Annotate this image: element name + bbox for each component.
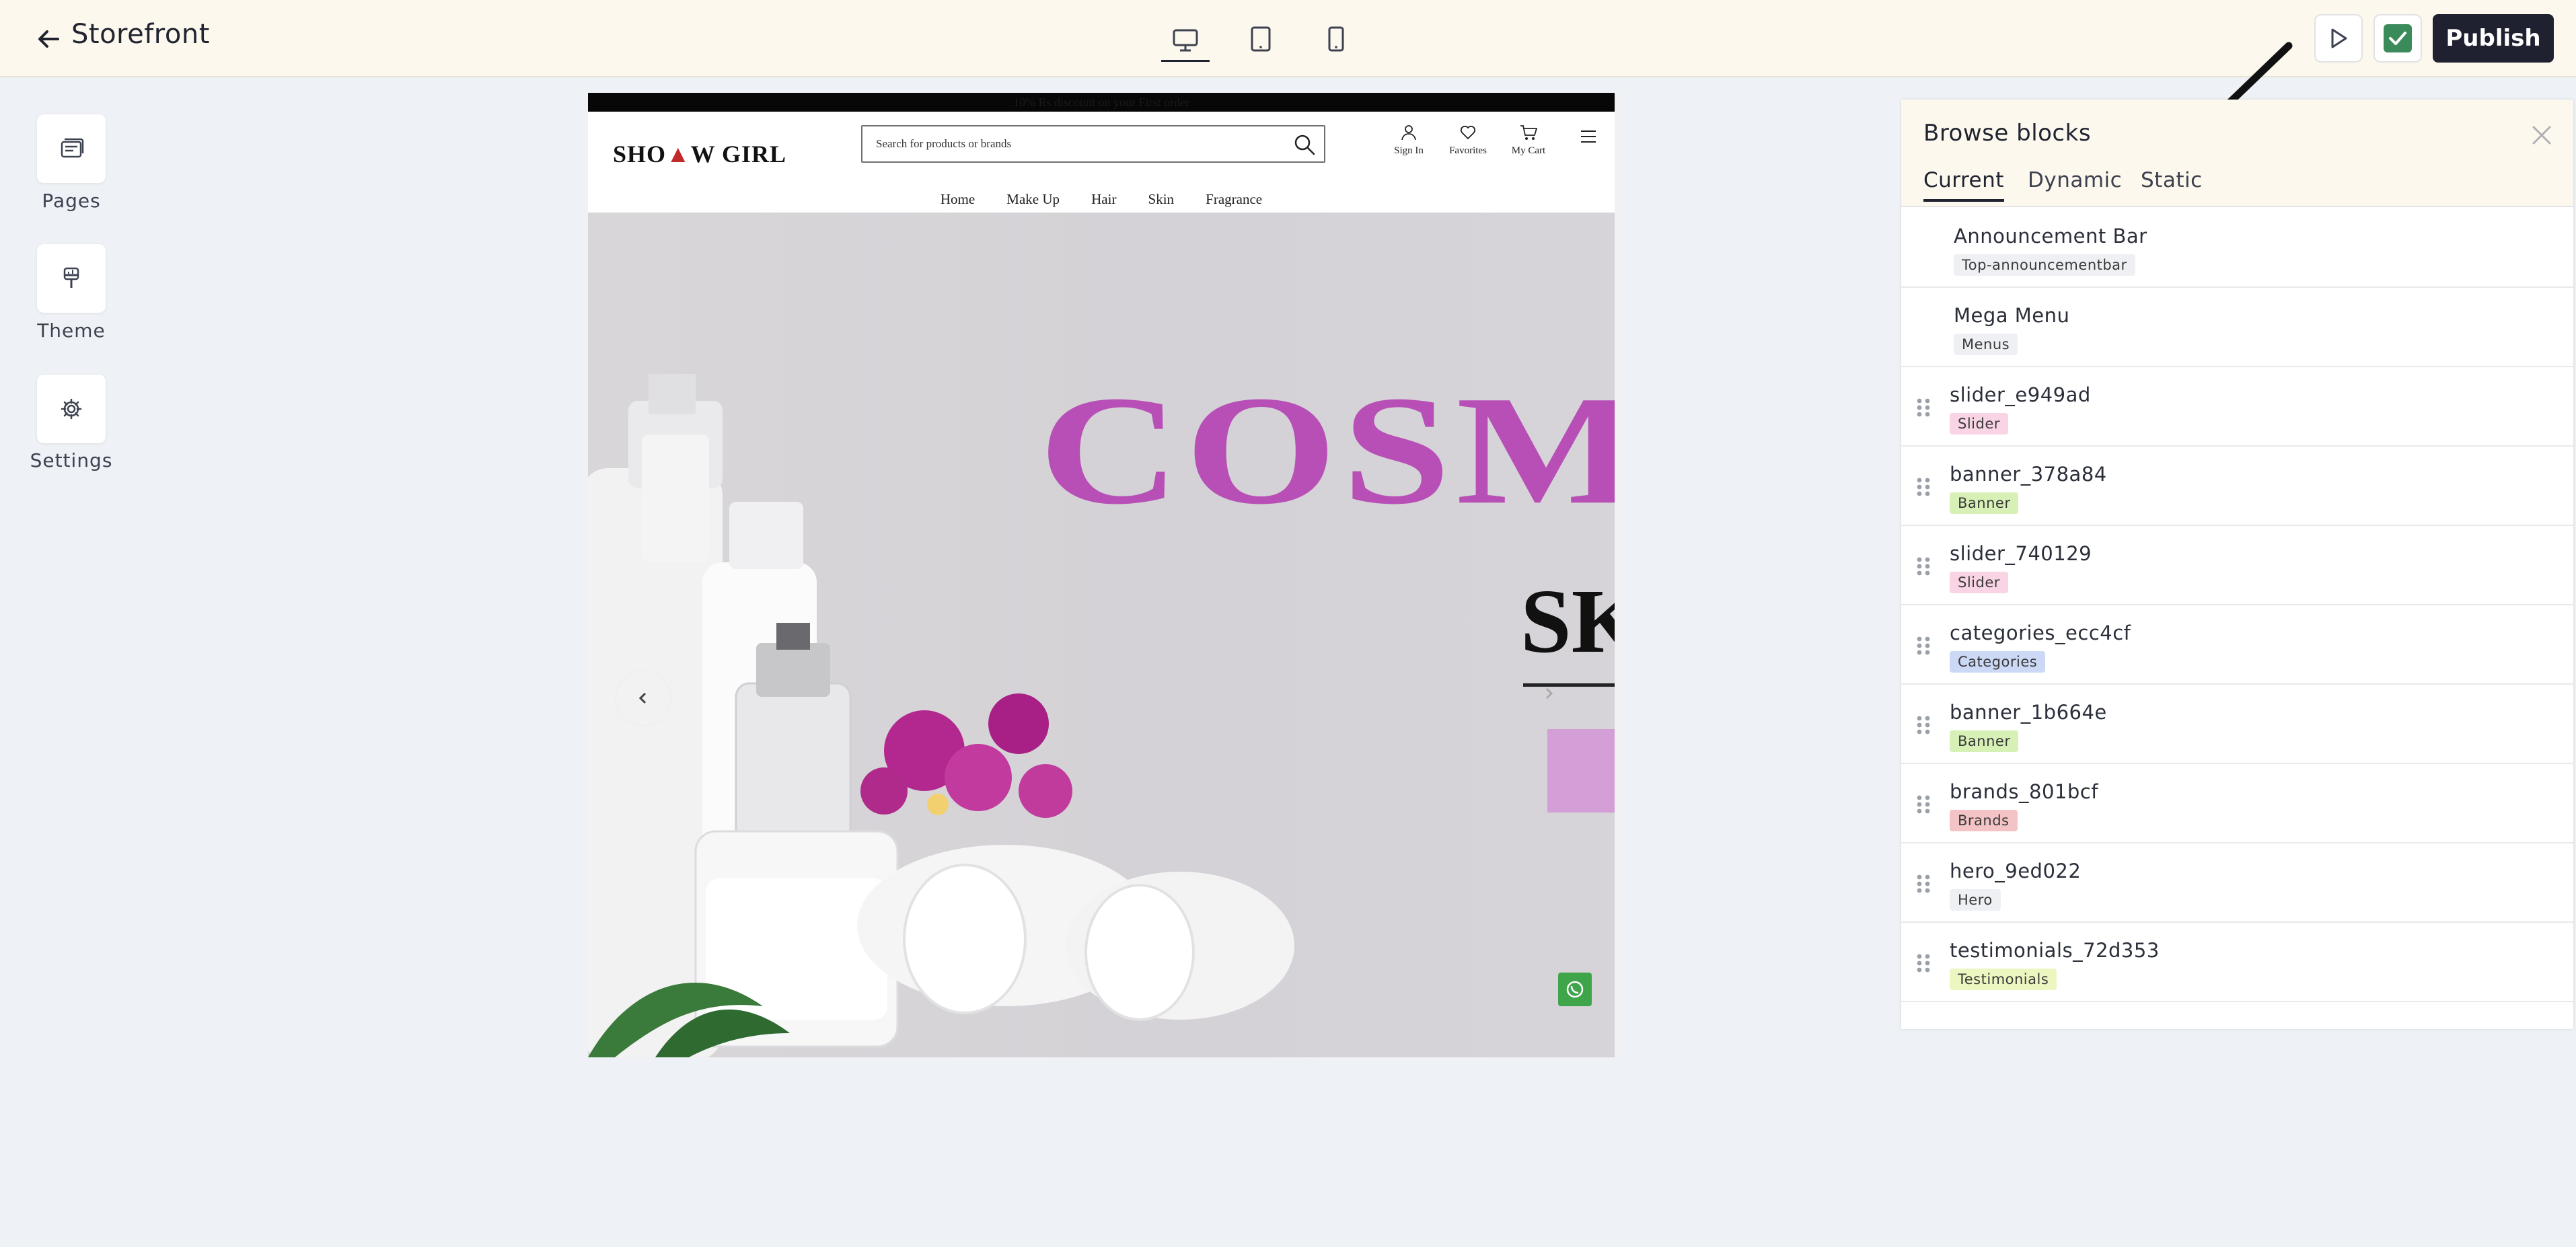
- sidebar-item-settings[interactable]: [37, 375, 106, 443]
- block-row[interactable]: slider_740129 Slider: [1901, 526, 2573, 605]
- app-title: Storefront: [71, 19, 210, 50]
- chevron-left-icon: [638, 692, 647, 704]
- heart-icon: [1460, 125, 1476, 140]
- hero-headline: COSME: [1039, 363, 1615, 537]
- nav-link-hair[interactable]: Hair: [1091, 191, 1116, 207]
- play-icon: [2331, 28, 2347, 48]
- gear-icon: [61, 398, 82, 420]
- block-name: banner_1b664e: [1950, 701, 2107, 724]
- search-icon[interactable]: [1293, 133, 1316, 159]
- save-check-button[interactable]: [2373, 14, 2422, 63]
- user-icon: [1401, 125, 1416, 141]
- hero-slider: COSME SK: [588, 213, 1615, 1057]
- tab-static[interactable]: Static: [2141, 168, 2203, 202]
- block-row[interactable]: Mega Menu Menus: [1901, 288, 2573, 367]
- sign-in-link[interactable]: Sign In: [1382, 124, 1436, 157]
- drag-handle-icon[interactable]: [1916, 715, 1931, 738]
- nav-link-skin[interactable]: Skin: [1148, 191, 1175, 207]
- block-name: slider_740129: [1950, 542, 2092, 565]
- block-row[interactable]: banner_1b664e Banner: [1901, 685, 2573, 764]
- nav-link-home[interactable]: Home: [941, 191, 975, 207]
- tab-current[interactable]: Current: [1923, 168, 2004, 202]
- block-type-badge: Testimonials: [1950, 969, 2057, 990]
- block-name: Announcement Bar: [1954, 225, 2147, 248]
- block-type-badge: Hero: [1950, 889, 2001, 911]
- store-preview-canvas[interactable]: 10% Rs discount on your First order SHO▲…: [588, 93, 1621, 1057]
- browse-blocks-panel: Browse blocks Current Dynamic Static Ann…: [1901, 100, 2573, 1029]
- check-icon: [2384, 24, 2412, 52]
- tablet-icon: [1251, 26, 1271, 52]
- block-name: categories_ecc4cf: [1950, 621, 2131, 644]
- hero-subheadline: SK: [1520, 571, 1615, 672]
- close-icon[interactable]: [2530, 124, 2553, 149]
- sidebar-item-pages[interactable]: [37, 114, 106, 183]
- hero-product-image: [588, 374, 1294, 1057]
- publish-button[interactable]: Publish: [2433, 14, 2554, 63]
- site-nav: Home Make Up Hair Skin Fragrance: [588, 191, 1615, 208]
- drag-handle-icon[interactable]: [1916, 874, 1931, 897]
- chevron-right-icon[interactable]: [1543, 687, 1554, 703]
- block-row[interactable]: hero_9ed022 Hero: [1901, 843, 2573, 923]
- block-row[interactable]: slider_e949ad Slider: [1901, 367, 2573, 447]
- drag-handle-icon[interactable]: [1916, 398, 1931, 420]
- back-arrow-icon[interactable]: [34, 24, 63, 54]
- slider-prev-button[interactable]: [615, 670, 671, 726]
- cart-icon: [1520, 125, 1538, 140]
- desktop-icon: [1173, 29, 1198, 51]
- drag-handle-icon[interactable]: [1916, 477, 1931, 500]
- block-type-badge: Banner: [1950, 730, 2019, 752]
- block-type-badge: Slider: [1950, 413, 2008, 434]
- block-name: hero_9ed022: [1950, 860, 2082, 882]
- nav-link-makeup[interactable]: Make Up: [1006, 191, 1060, 207]
- block-type-badge: Menus: [1954, 334, 2018, 355]
- pages-icon: [61, 138, 84, 158]
- hero-underline: [1523, 683, 1615, 687]
- block-type-badge: Top-announcementbar: [1954, 254, 2135, 276]
- sidebar-item-label: Theme: [37, 319, 106, 342]
- favorites-link[interactable]: Favorites: [1441, 124, 1495, 157]
- block-row[interactable]: Announcement Bar Top-announcementbar: [1901, 209, 2573, 288]
- drag-handle-icon[interactable]: [1916, 556, 1931, 579]
- site-header: SHO▲W GIRL Search for products or brands…: [588, 112, 1615, 210]
- drag-handle-icon[interactable]: [1916, 794, 1931, 817]
- drag-handle-icon[interactable]: [1916, 953, 1931, 976]
- panel-header: Browse blocks Current Dynamic Static: [1901, 100, 2573, 207]
- search-placeholder: Search for products or brands: [876, 137, 1012, 150]
- sidebar-item-theme[interactable]: [37, 244, 106, 313]
- hero-cta-button[interactable]: [1547, 729, 1615, 813]
- whatsapp-icon[interactable]: [1558, 973, 1592, 1006]
- hamburger-menu-icon[interactable]: [1580, 129, 1597, 147]
- drag-handle-icon[interactable]: [1916, 636, 1931, 658]
- brush-icon: [63, 267, 79, 288]
- mobile-view-button[interactable]: [1312, 20, 1360, 58]
- block-name: banner_378a84: [1950, 463, 2107, 486]
- preview-play-button[interactable]: [2314, 14, 2363, 63]
- sidebar-item-label: Settings: [30, 449, 113, 471]
- block-name: testimonials_72d353: [1950, 939, 2160, 962]
- site-search-input[interactable]: Search for products or brands: [861, 125, 1325, 163]
- block-row[interactable]: testimonials_72d353 Testimonials: [1901, 923, 2573, 1002]
- logo-dress-icon: ▲: [666, 141, 691, 167]
- sidebar-item-label: Pages: [42, 190, 101, 212]
- block-row[interactable]: brands_801bcf Brands: [1901, 764, 2573, 843]
- tablet-view-button[interactable]: [1237, 20, 1285, 58]
- block-name: brands_801bcf: [1950, 780, 2098, 803]
- block-row[interactable]: banner_378a84 Banner: [1901, 447, 2573, 526]
- desktop-view-button[interactable]: [1161, 20, 1210, 62]
- block-type-badge: Categories: [1950, 651, 2046, 673]
- panel-title: Browse blocks: [1923, 120, 2092, 147]
- block-type-badge: Slider: [1950, 572, 2008, 593]
- block-type-badge: Banner: [1950, 492, 2019, 514]
- block-name: slider_e949ad: [1950, 383, 2091, 406]
- site-logo[interactable]: SHO▲W GIRL: [613, 140, 786, 168]
- block-row[interactable]: categories_ecc4cf Categories: [1901, 605, 2573, 685]
- mobile-icon: [1328, 26, 1344, 52]
- tab-dynamic[interactable]: Dynamic: [2028, 168, 2122, 202]
- nav-link-fragrance[interactable]: Fragrance: [1206, 191, 1262, 207]
- announcement-bar: 10% Rs discount on your First order: [588, 93, 1615, 112]
- block-name: Mega Menu: [1954, 304, 2070, 327]
- cart-link[interactable]: My Cart: [1502, 124, 1555, 157]
- block-type-badge: Brands: [1950, 810, 2018, 831]
